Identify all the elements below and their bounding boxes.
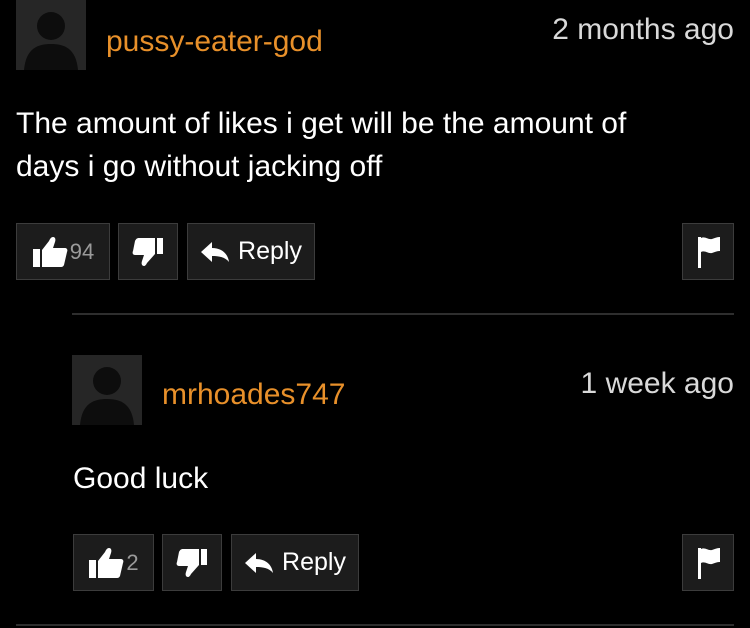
thumbs-down-icon [132,237,163,266]
reply-arrow-icon [201,241,230,262]
avatar[interactable] [72,355,142,425]
default-user-silhouette-icon [16,0,86,70]
comment: pussy-eater-god 2 months ago The amount … [0,0,750,300]
comment-username[interactable]: pussy-eater-god [106,25,323,59]
flag-icon [698,236,720,268]
comment-reply: mrhoades747 1 week ago Good luck 2 Reply [0,340,750,620]
thumbs-up-icon [89,547,124,578]
default-user-silhouette-icon [72,355,142,425]
comment-divider [72,313,734,315]
like-count: 94 [69,238,95,264]
comment-username[interactable]: mrhoades747 [162,378,345,412]
flag-button[interactable] [682,223,734,280]
dislike-button[interactable] [162,534,222,591]
like-button[interactable]: 94 [16,223,110,280]
flag-icon [698,547,720,579]
comment-timestamp: 2 months ago [552,13,734,46]
flag-button[interactable] [682,534,734,591]
comment-divider [16,624,734,626]
avatar[interactable] [16,0,86,70]
comment-body: Good luck [73,462,209,495]
dislike-button[interactable] [118,223,178,280]
comment-body: The amount of likes i get will be the am… [16,107,627,183]
reply-button[interactable]: Reply [231,534,359,591]
comment-timestamp: 1 week ago [580,367,734,400]
thumbs-down-icon [176,548,207,577]
reply-arrow-icon [245,552,274,573]
like-button[interactable]: 2 [73,534,154,591]
thumbs-up-icon [32,236,68,267]
like-count: 2 [126,549,139,575]
reply-label: Reply [282,548,346,576]
reply-label: Reply [238,237,302,265]
reply-button[interactable]: Reply [187,223,315,280]
